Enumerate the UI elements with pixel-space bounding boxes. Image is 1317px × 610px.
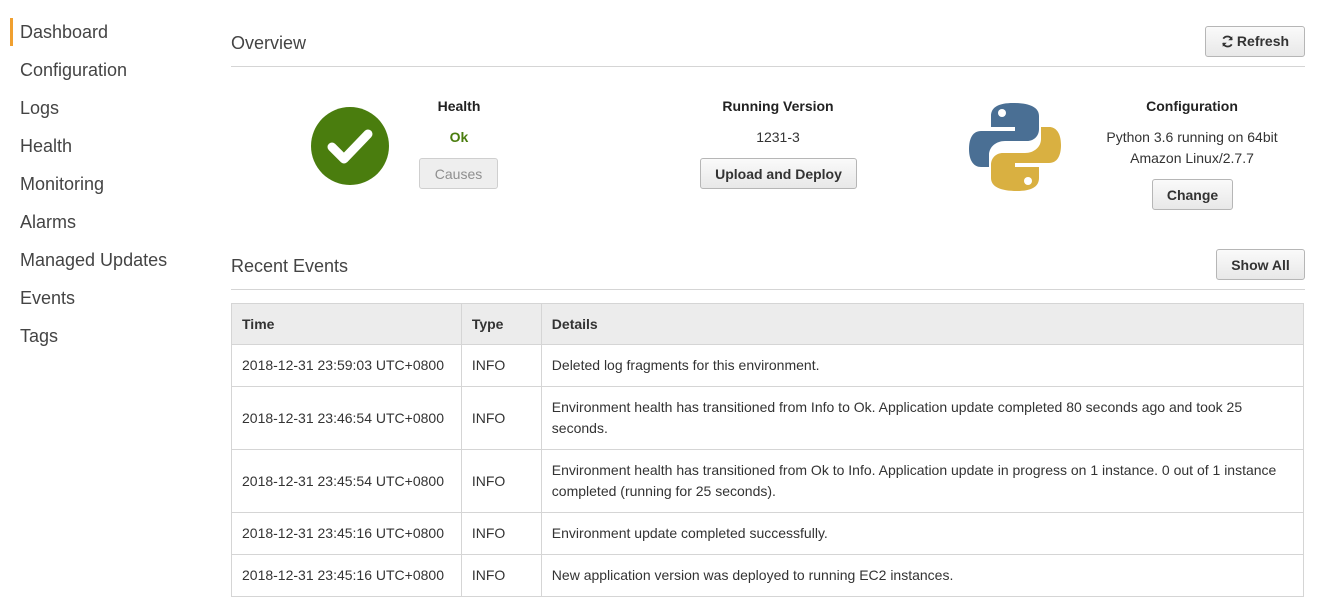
event-details: Deleted log fragments for this environme… <box>540 344 1305 387</box>
refresh-icon <box>1221 35 1234 51</box>
event-type: INFO <box>460 554 542 597</box>
sidebar-item-alarms[interactable]: Alarms <box>0 203 200 241</box>
column-header-details[interactable]: Details <box>540 303 1305 345</box>
events-table: Time Type Details 2018-12-31 23:59:03 UT… <box>231 303 1305 597</box>
change-configuration-button[interactable]: Change <box>1152 179 1233 210</box>
overview-header: Overview <box>231 26 1305 67</box>
recent-events-title: Recent Events <box>231 256 349 276</box>
sidebar-item-monitoring[interactable]: Monitoring <box>0 165 200 203</box>
event-time: 2018-12-31 23:45:16 UTC+0800 <box>231 512 462 555</box>
recent-events-header: Recent Events <box>231 249 1305 290</box>
event-details: Environment health has transitioned from… <box>540 386 1305 450</box>
event-details: Environment update completed successfull… <box>540 512 1305 555</box>
event-time: 2018-12-31 23:59:03 UTC+0800 <box>231 344 462 387</box>
event-time: 2018-12-31 23:45:54 UTC+0800 <box>231 449 462 513</box>
sidebar-item-logs[interactable]: Logs <box>0 89 200 127</box>
show-all-button[interactable]: Show All <box>1216 249 1305 280</box>
sidebar-item-configuration[interactable]: Configuration <box>0 51 200 89</box>
checkmark-circle-icon <box>311 107 389 185</box>
health-icon-wrap <box>310 106 390 191</box>
running-version-title: Running Version <box>722 98 834 114</box>
refresh-label: Refresh <box>1236 32 1290 49</box>
event-type: INFO <box>460 449 542 513</box>
configuration-platform-line1: Python 3.6 running on 64bit <box>1106 129 1278 145</box>
table-row: 2018-12-31 23:45:16 UTC+0800 INFO Enviro… <box>231 512 1305 555</box>
table-row: 2018-12-31 23:45:54 UTC+0800 INFO Enviro… <box>231 449 1305 513</box>
sidebar-item-tags[interactable]: Tags <box>0 317 200 355</box>
events-table-header-row: Time Type Details <box>231 303 1305 345</box>
upload-and-deploy-button[interactable]: Upload and Deploy <box>700 158 857 189</box>
health-status: Ok <box>449 129 469 145</box>
causes-button[interactable]: Causes <box>419 158 498 189</box>
event-type: INFO <box>460 512 542 555</box>
sidebar-item-health[interactable]: Health <box>0 127 200 165</box>
event-type: INFO <box>460 344 542 387</box>
python-logo-icon <box>969 101 1061 198</box>
table-row: 2018-12-31 23:45:16 UTC+0800 INFO New ap… <box>231 554 1305 597</box>
event-details: Environment health has transitioned from… <box>540 449 1305 513</box>
column-header-type[interactable]: Type <box>460 303 542 345</box>
overview-title: Overview <box>231 33 307 53</box>
event-time: 2018-12-31 23:46:54 UTC+0800 <box>231 386 462 450</box>
column-header-time[interactable]: Time <box>231 303 462 345</box>
sidebar-item-events[interactable]: Events <box>0 279 200 317</box>
sidebar-item-dashboard[interactable]: Dashboard <box>0 13 200 51</box>
configuration-title: Configuration <box>1146 98 1238 114</box>
table-row: 2018-12-31 23:59:03 UTC+0800 INFO Delete… <box>231 344 1305 387</box>
refresh-button[interactable]: Refresh <box>1205 26 1305 57</box>
event-type: INFO <box>460 386 542 450</box>
sidebar-item-managed-updates[interactable]: Managed Updates <box>0 241 200 279</box>
table-row: 2018-12-31 23:46:54 UTC+0800 INFO Enviro… <box>231 386 1305 450</box>
running-version-value: 1231-3 <box>756 129 800 145</box>
event-details: New application version was deployed to … <box>540 554 1305 597</box>
sidebar: Dashboard Configuration Logs Health Moni… <box>0 13 200 355</box>
configuration-platform-line2: Amazon Linux/2.7.7 <box>1130 150 1254 166</box>
health-title: Health <box>437 98 481 114</box>
event-time: 2018-12-31 23:45:16 UTC+0800 <box>231 554 462 597</box>
